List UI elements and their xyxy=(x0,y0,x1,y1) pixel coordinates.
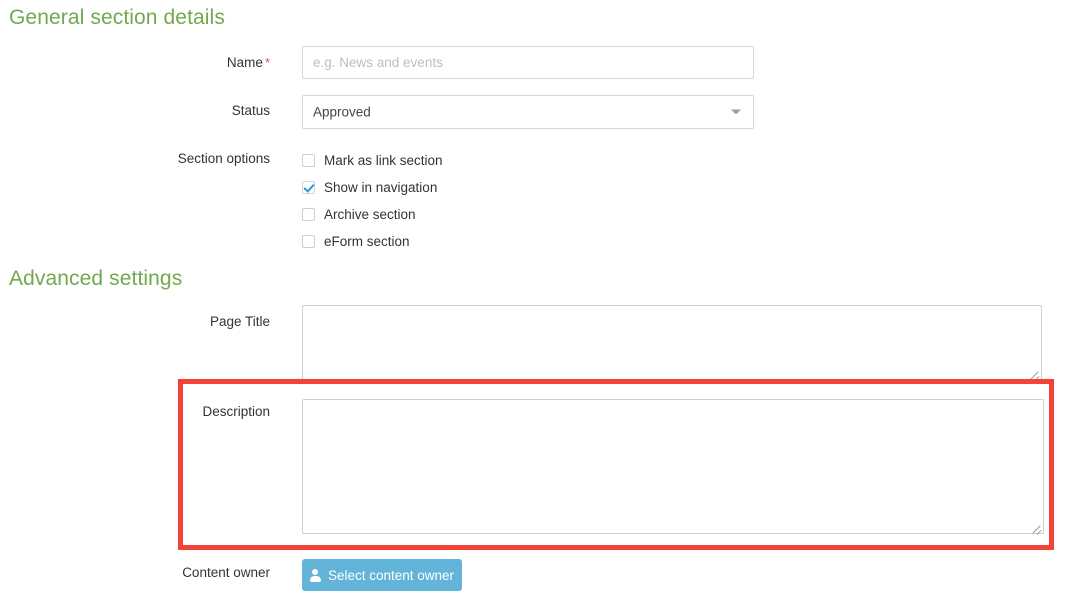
status-selected-value: Approved xyxy=(313,105,371,120)
section-options-label: Section options xyxy=(40,151,270,166)
checkbox-mark-as-link-section[interactable]: Mark as link section xyxy=(302,150,443,170)
advanced-settings-heading: Advanced settings xyxy=(9,267,182,291)
checkbox-box[interactable] xyxy=(302,235,315,248)
select-content-owner-button-label: Select content owner xyxy=(328,568,454,583)
checkbox-label: eForm section xyxy=(324,234,410,249)
checkbox-eform-section[interactable]: eForm section xyxy=(302,231,410,251)
checkbox-box-checked[interactable] xyxy=(302,181,315,194)
checkbox-label: Show in navigation xyxy=(324,180,437,195)
status-label: Status xyxy=(40,103,270,118)
name-label-text: Name xyxy=(227,55,263,70)
select-content-owner-button[interactable]: Select content owner xyxy=(302,559,462,591)
checkbox-show-in-navigation[interactable]: Show in navigation xyxy=(302,177,437,197)
description-label: Description xyxy=(40,404,270,419)
general-section-heading: General section details xyxy=(9,6,225,30)
checkbox-label: Mark as link section xyxy=(324,153,443,168)
checkbox-box[interactable] xyxy=(302,208,315,221)
content-owner-label: Content owner xyxy=(40,565,270,580)
status-select[interactable]: Approved xyxy=(302,95,754,129)
checkbox-label: Archive section xyxy=(324,207,416,222)
checkbox-archive-section[interactable]: Archive section xyxy=(302,204,416,224)
checkbox-box[interactable] xyxy=(302,154,315,167)
name-label: Name* xyxy=(40,55,270,70)
chevron-down-icon xyxy=(731,110,741,115)
required-asterisk-icon: * xyxy=(265,55,270,70)
section-details-form: General section details Name* Status App… xyxy=(0,0,1069,597)
page-title-textarea[interactable] xyxy=(302,305,1042,380)
description-textarea[interactable] xyxy=(302,399,1044,534)
page-title-label: Page Title xyxy=(40,314,270,329)
user-icon xyxy=(310,569,321,582)
name-input[interactable] xyxy=(302,46,754,79)
